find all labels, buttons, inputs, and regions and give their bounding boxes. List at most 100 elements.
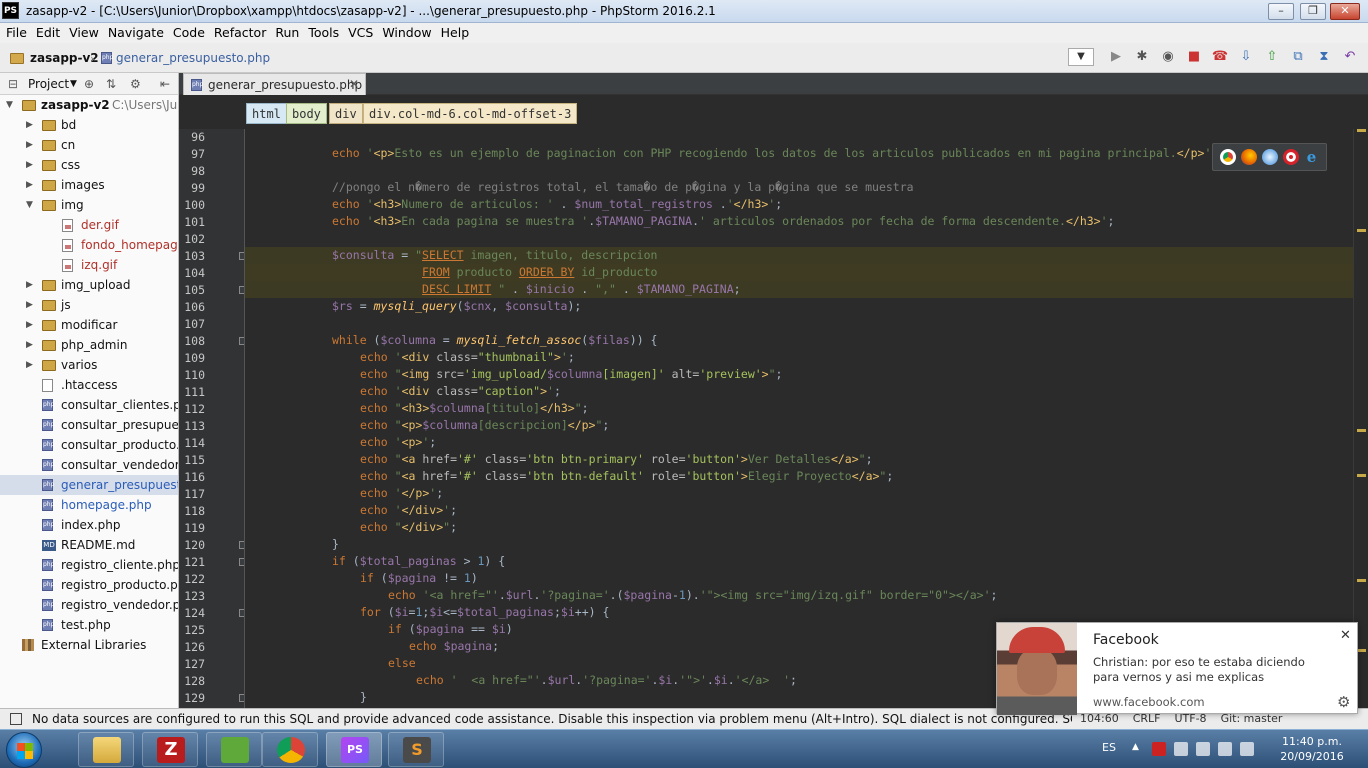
menu-tools[interactable]: Tools: [308, 23, 339, 43]
menu-code[interactable]: Code: [173, 23, 205, 43]
tree-item[interactable]: MD README.md: [0, 535, 178, 555]
expand-arrow-icon[interactable]: ▶: [26, 275, 33, 295]
menu-window[interactable]: Window: [382, 23, 431, 43]
action-center-icon[interactable]: [1240, 742, 1254, 756]
close-button[interactable]: ✕: [1330, 3, 1360, 20]
vcs-commit-icon[interactable]: ⇧: [1262, 47, 1282, 67]
collapse-arrow-icon[interactable]: ▼: [26, 195, 33, 215]
show-hidden-icon[interactable]: ▲: [1132, 742, 1146, 756]
tree-item[interactable]: php index.php: [0, 515, 178, 535]
sublime-task[interactable]: S: [388, 732, 444, 767]
close-icon[interactable]: ✕: [349, 77, 359, 91]
vcs-history-icon[interactable]: ⧗: [1314, 47, 1334, 67]
expand-arrow-icon[interactable]: ▶: [26, 175, 33, 195]
clock[interactable]: 11:40 p.m. 20/09/2016: [1272, 734, 1352, 764]
stop-icon[interactable]: ■: [1184, 47, 1204, 67]
close-icon[interactable]: ✕: [1340, 628, 1351, 643]
toggle-panels-icon[interactable]: [10, 713, 22, 725]
tree-item[interactable]: ▶ varios: [0, 355, 178, 375]
volume-icon[interactable]: [1218, 742, 1232, 756]
tree-item[interactable]: php registro_producto.php: [0, 575, 178, 595]
tree-item[interactable]: ▶ js: [0, 295, 178, 315]
tree-item[interactable]: .htaccess: [0, 375, 178, 395]
facebook-notification[interactable]: Facebook Christian: por eso te estaba di…: [996, 622, 1358, 715]
tree-item[interactable]: ▶ img_upload: [0, 275, 178, 295]
tree-item[interactable]: ▶ cn: [0, 135, 178, 155]
crumb-div[interactable]: div: [329, 103, 363, 124]
tree-item[interactable]: php consultar_vendedor.ph: [0, 455, 178, 475]
run-config-dropdown[interactable]: ▼: [1068, 48, 1094, 66]
menu-refactor[interactable]: Refactor: [214, 23, 266, 43]
menu-run[interactable]: Run: [275, 23, 299, 43]
expand-arrow-icon[interactable]: ▶: [26, 335, 33, 355]
coverage-icon[interactable]: ◉: [1158, 47, 1178, 67]
tree-item[interactable]: php homepage.php: [0, 495, 178, 515]
collapse-icon[interactable]: ⇅: [106, 77, 116, 91]
tree-item[interactable]: ▶ bd: [0, 115, 178, 135]
ie-icon[interactable]: e: [1304, 149, 1320, 165]
tree-item[interactable]: ▼ zasapp-v2C:\Users\Junior\Dropb: [0, 95, 178, 115]
filezilla-task[interactable]: Z: [142, 732, 198, 767]
crumb-body[interactable]: body: [286, 103, 327, 124]
tree-item[interactable]: php consultar_producto.ph: [0, 435, 178, 455]
firefox-icon[interactable]: [1240, 149, 1257, 165]
tree-item[interactable]: php generar_presupuesto.p: [0, 475, 178, 495]
warning-mark[interactable]: [1357, 649, 1366, 652]
menu-help[interactable]: Help: [441, 23, 470, 43]
revert-icon[interactable]: ↶: [1340, 47, 1360, 67]
chrome-icon[interactable]: [1219, 149, 1236, 165]
expand-arrow-icon[interactable]: ▶: [26, 355, 33, 375]
tree-item[interactable]: ▼ img: [0, 195, 178, 215]
expand-arrow-icon[interactable]: ▶: [26, 315, 33, 335]
hide-panel-icon[interactable]: ⇤: [160, 77, 170, 91]
start-button[interactable]: [6, 732, 42, 768]
tree-item[interactable]: ▶ php_admin: [0, 335, 178, 355]
gear-icon[interactable]: ⚙: [1337, 693, 1350, 711]
tab-generar-presupuesto[interactable]: php generar_presupuesto.php ✕: [183, 73, 366, 95]
tree-item[interactable]: fondo_homepage.: [0, 235, 178, 255]
network-icon[interactable]: [1196, 742, 1210, 756]
collapse-arrow-icon[interactable]: ▼: [6, 95, 13, 115]
menu-vcs[interactable]: VCS: [348, 23, 373, 43]
menu-edit[interactable]: Edit: [36, 23, 60, 43]
menu-navigate[interactable]: Navigate: [108, 23, 164, 43]
tree-item[interactable]: php registro_vendedor.php: [0, 595, 178, 615]
crumb-div-col[interactable]: div.col-md-6.col-md-offset-3: [363, 103, 578, 124]
expand-arrow-icon[interactable]: ▶: [26, 295, 33, 315]
minimize-button[interactable]: –: [1268, 3, 1294, 20]
tree-item[interactable]: php test.php: [0, 615, 178, 635]
crumb-html[interactable]: html: [246, 103, 287, 124]
warning-mark[interactable]: [1357, 474, 1366, 477]
warning-mark[interactable]: [1357, 229, 1366, 232]
tree-item[interactable]: php consultar_presupuesto: [0, 415, 178, 435]
listen-debug-icon[interactable]: ☎: [1210, 47, 1230, 67]
chevron-down-icon[interactable]: ▼: [70, 79, 77, 89]
phpstorm-task[interactable]: PS: [326, 732, 382, 767]
menu-file[interactable]: File: [6, 23, 27, 43]
vcs-update-icon[interactable]: ⇩: [1236, 47, 1256, 67]
nav-project-crumb[interactable]: zasapp-v2: [30, 51, 99, 65]
language-indicator[interactable]: ES: [1102, 741, 1116, 754]
tree-item[interactable]: php consultar_clientes.php: [0, 395, 178, 415]
tree-item[interactable]: der.gif: [0, 215, 178, 235]
warning-mark[interactable]: [1357, 429, 1366, 432]
expand-arrow-icon[interactable]: ▶: [26, 155, 33, 175]
warning-mark[interactable]: [1357, 579, 1366, 582]
evernote-task[interactable]: [206, 732, 262, 767]
safari-icon[interactable]: [1261, 149, 1278, 165]
nav-file-crumb[interactable]: generar_presupuesto.php: [116, 51, 270, 65]
expand-arrow-icon[interactable]: ▶: [26, 115, 33, 135]
debug-icon[interactable]: ✱: [1132, 47, 1152, 67]
run-icon[interactable]: ▶: [1106, 47, 1126, 67]
tree-item[interactable]: ▶ images: [0, 175, 178, 195]
opera-icon[interactable]: [1282, 149, 1299, 165]
tree-item[interactable]: php registro_cliente.php: [0, 555, 178, 575]
tree-item[interactable]: External Libraries: [0, 635, 178, 655]
target-icon[interactable]: ⊕: [84, 77, 94, 91]
warning-mark[interactable]: [1357, 129, 1366, 132]
chrome-task[interactable]: [262, 732, 318, 767]
tree-item[interactable]: ▶ modificar: [0, 315, 178, 335]
explorer-task[interactable]: [78, 732, 134, 767]
vcs-compare-icon[interactable]: ⧉: [1288, 47, 1308, 67]
project-view-dropdown[interactable]: Project: [28, 77, 69, 91]
